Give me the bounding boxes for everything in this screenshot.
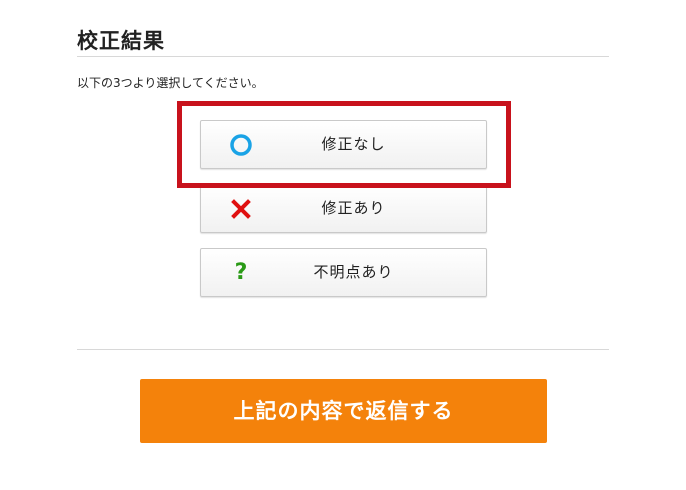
bottom-divider [77, 349, 609, 350]
no-correction-label: 修正なし [321, 135, 386, 153]
with-correction-label: 修正あり [321, 199, 386, 217]
no-correction-option[interactable]: 修正なし [200, 120, 487, 169]
cross-icon [229, 197, 253, 221]
circle-icon [229, 133, 253, 157]
question-glyph: ? [234, 260, 248, 285]
unclear-points-option[interactable]: ? 不明点あり [200, 248, 487, 297]
proofreading-result-page: 校正結果 以下の3つより選択してください。 修正なし 修正あり ? 不明点あり … [0, 0, 686, 490]
with-correction-option[interactable]: 修正あり [200, 184, 487, 233]
title-divider [77, 56, 609, 57]
instruction-text: 以下の3つより選択してください。 [77, 76, 264, 90]
section-title: 校正結果 [77, 29, 165, 53]
unclear-points-label: 不明点あり [313, 263, 394, 281]
question-icon: ? [229, 261, 253, 285]
submit-reply-button[interactable]: 上記の内容で返信する [140, 379, 547, 443]
